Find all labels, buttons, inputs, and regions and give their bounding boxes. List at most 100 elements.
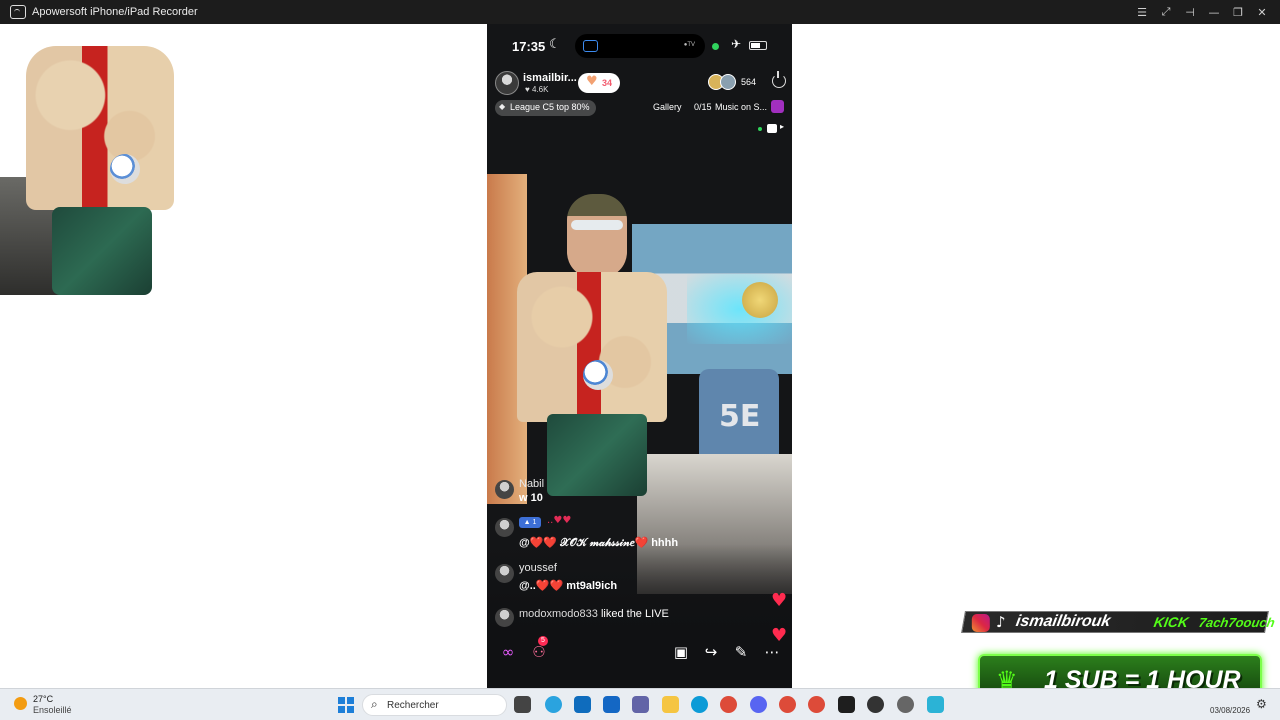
chat-avatar[interactable] (495, 564, 514, 583)
battery-icon (749, 41, 767, 50)
sun-icon[interactable] (14, 697, 27, 710)
chat-avatar[interactable] (495, 518, 514, 537)
island-tag-icon: ●TV (683, 42, 695, 48)
jersey-number: 5E (719, 399, 761, 434)
live-subheader: ◆ League C5 top 80% Gallery 0/15 Music o… (495, 100, 787, 116)
window-titlebar: Apowersoft iPhone/iPad Recorder ☰ ⤢ ⊣ — … (0, 0, 1280, 24)
scene-flag-sun (742, 282, 778, 318)
weather-desc[interactable]: Ensoleillé (33, 705, 72, 715)
maximize-button[interactable]: ❐ (1226, 0, 1250, 24)
chat-username[interactable]: modoxmodo833 (519, 608, 598, 620)
music-app-icon[interactable] (771, 100, 784, 113)
outlook-icon[interactable] (603, 696, 620, 713)
task-view-icon[interactable] (514, 696, 531, 713)
discord-icon[interactable] (750, 696, 767, 713)
teams-icon[interactable] (632, 696, 649, 713)
scene-ball (583, 360, 613, 390)
home-icon[interactable] (767, 124, 777, 133)
camera-indicator-icon (712, 43, 719, 50)
kick-app-icon[interactable] (838, 696, 855, 713)
chat-text: liked the LIVE (600, 608, 669, 620)
chat-username[interactable]: Nabil (519, 478, 544, 490)
taskbar: 27°C Ensoleillé ⌕ Rechercher 03/08/2026 … (0, 688, 1280, 720)
chrome-icon[interactable] (808, 696, 825, 713)
share-icon[interactable]: ↪ (698, 640, 724, 664)
gallery-count: 0/15 (694, 102, 712, 112)
like-pill[interactable]: ♥ 34 (578, 73, 620, 93)
kick-label: KICK (1152, 614, 1190, 630)
tiktok-icon: ♪ (996, 613, 1006, 631)
notification-badge: 5 (538, 636, 548, 646)
window-controls: ☰ ⤢ ⊣ — ❐ ✕ (1130, 0, 1274, 24)
chat-avatar[interactable] (495, 608, 514, 627)
phone-status-bar: 17:35 ☾ ●TV ✈ (487, 34, 792, 60)
instagram-icon (971, 614, 990, 632)
floating-heart-icon: ♥ (771, 590, 788, 611)
chrome-icon[interactable] (720, 696, 737, 713)
webcam-person-shorts (52, 207, 152, 295)
live-dot-icon (758, 127, 762, 131)
magic-wand-icon[interactable]: ✎ (728, 640, 754, 664)
app-icon (10, 5, 26, 19)
store-icon[interactable] (574, 696, 591, 713)
phone-screen: 5E 17:35 ☾ ●TV ✈ ismailbir... ♥ 4.6K ♥ 3… (487, 24, 792, 688)
league-badge[interactable]: ◆ League C5 top 80% (495, 100, 596, 116)
close-button[interactable]: ✕ (1250, 0, 1274, 24)
chrome-icon[interactable] (779, 696, 796, 713)
link-icon[interactable]: ∞ (495, 640, 521, 664)
chevron-right-icon[interactable]: ▸ (780, 122, 784, 131)
chat-text: @❤️❤️ 𝒳𝒪𝒦 𝓂𝒶𝒽𝓈𝓈𝒾𝓃𝑒❤️ hhhh (519, 537, 679, 549)
status-time: 17:35 (512, 39, 546, 54)
webcam-ball (110, 154, 140, 184)
viewer-avatar[interactable] (720, 74, 736, 90)
heart-icon: ♥ (586, 74, 598, 89)
edge-icon[interactable] (691, 696, 708, 713)
folder-icon[interactable] (662, 696, 679, 713)
windows-start-icon[interactable] (338, 697, 354, 713)
expand-icon[interactable]: ⤢ (1154, 0, 1178, 24)
chat-text: @..❤️❤️ mt9al9ich (519, 580, 618, 592)
film-icon[interactable]: ▣ (668, 640, 694, 664)
telegram-icon[interactable] (545, 696, 562, 713)
settings-icon[interactable] (897, 696, 914, 713)
pin-icon[interactable]: ⊣ (1178, 0, 1202, 24)
power-icon[interactable] (772, 71, 786, 88)
gallery-label[interactable]: Gallery (653, 102, 682, 112)
airplane-icon: ✈ (731, 37, 742, 51)
fan-badge: ▲ 1 (519, 517, 541, 528)
taskbar-search[interactable]: ⌕ Rechercher (362, 694, 507, 716)
chat-like-notice: modoxmodo833 liked the LIVE (519, 608, 669, 620)
window-title: Apowersoft iPhone/iPad Recorder (32, 6, 198, 18)
moon-icon: ☾ (549, 37, 561, 52)
host-name[interactable]: ismailbir... (523, 72, 577, 84)
scene-light (687, 274, 792, 344)
search-placeholder: Rechercher (387, 700, 439, 711)
screen-record-icon (583, 40, 598, 52)
chat-avatar[interactable] (495, 480, 514, 499)
host-likes-value: 4.6K (531, 85, 549, 94)
live-indicators: ▸ (755, 122, 787, 134)
host-avatar[interactable] (495, 71, 519, 95)
music-label[interactable]: Music on S... (715, 102, 767, 112)
minimize-button[interactable]: — (1202, 0, 1226, 24)
list-icon[interactable]: ☰ (1130, 0, 1154, 24)
weather-temp[interactable]: 27°C (33, 694, 53, 704)
obs-icon[interactable] (867, 696, 884, 713)
kick-name: 7ach7oouch (1197, 615, 1277, 630)
live-header: ismailbir... ♥ 4.6K ♥ 34 564 (495, 71, 787, 95)
scene-person-shirt (517, 272, 667, 422)
chat-text: w 10 (519, 492, 543, 504)
scene-person-glasses (571, 220, 623, 230)
webcam-overlay (0, 42, 180, 295)
viewer-count[interactable]: 564 (741, 77, 756, 87)
notification-icon[interactable]: ⚙ (1256, 697, 1267, 711)
live-bottom-bar: ∞ ⚇ 5 ▣ ↪ ✎ ⋯ (495, 636, 787, 666)
chat-username[interactable]: youssef (519, 562, 557, 574)
webcam-person-shirt (26, 46, 174, 210)
host-likes: ♥ 4.6K (525, 85, 549, 94)
more-icon[interactable]: ⋯ (759, 640, 785, 664)
social-handle: ismailbirouk (1014, 613, 1112, 630)
tray-date[interactable]: 03/08/2026 (1210, 706, 1250, 715)
recorder-app-icon[interactable] (927, 696, 944, 713)
league-label: League C5 top 80% (510, 102, 590, 112)
